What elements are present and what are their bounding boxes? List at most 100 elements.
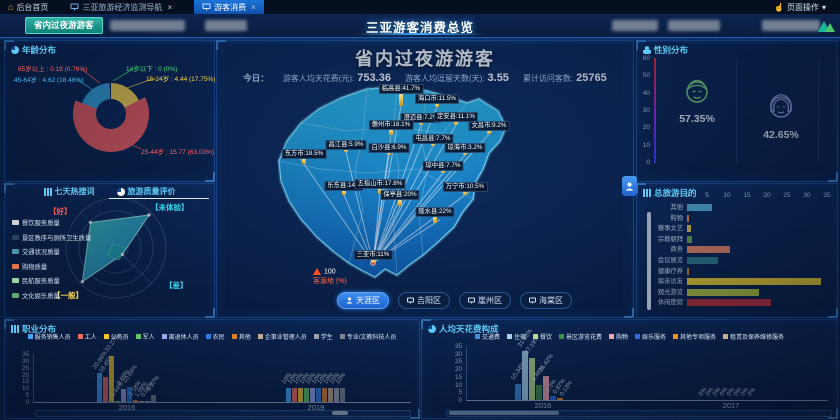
home-menu-item[interactable]: ⌂ 后台首页 xyxy=(8,2,48,13)
bar xyxy=(687,278,821,286)
quality-legend-item: 景区秩序与厕所卫生质量 xyxy=(12,233,91,242)
legend-label: 服务销售人员 xyxy=(34,335,71,341)
city-marker-bar xyxy=(435,103,439,107)
legend-swatch xyxy=(27,334,33,339)
legend-swatch xyxy=(723,334,729,339)
bar xyxy=(322,388,327,402)
city-label: 文昌市:9.2% xyxy=(468,121,510,132)
district-tab-haitang[interactable]: 海棠区 xyxy=(520,292,572,309)
floating-widget-button[interactable] xyxy=(622,176,637,196)
legend-swatch xyxy=(339,334,345,339)
legend-swatch xyxy=(12,234,19,240)
district-tab-yazhou[interactable]: 崖州区 xyxy=(459,292,511,309)
datazoom-handle[interactable] xyxy=(332,411,348,415)
axis-tick: 25 xyxy=(454,358,462,366)
city-marker-bar xyxy=(387,153,391,155)
x-category-label: 2017 xyxy=(722,401,740,410)
axis-tick: 35 xyxy=(454,342,462,350)
legend-item: 租赁及保养维修服务 xyxy=(723,332,784,341)
hand-pointer-icon: ☝ xyxy=(774,2,784,12)
redacted-button xyxy=(668,20,720,31)
quality-legend-item: 交通状况质量 xyxy=(12,247,91,256)
city-label: 琼中县:7.7% xyxy=(422,160,464,171)
axis-tick: 15 xyxy=(454,373,462,381)
legend-swatch xyxy=(673,334,679,339)
bar xyxy=(557,398,563,400)
age-callout: 15-24岁 : 4.44 (17.75%) xyxy=(146,76,216,83)
tab-visitor-consumption[interactable]: 游客消费 × xyxy=(194,0,264,14)
axis-tick: 0 xyxy=(646,158,650,166)
home-icon: ⌂ xyxy=(8,1,14,12)
tab-label: 三亚旅游经济监测导航 xyxy=(82,2,163,12)
radar-axis-bad: 【差】 xyxy=(165,281,188,290)
tab-quality-evaluation[interactable]: 旅游质量评价 xyxy=(116,186,176,197)
legend-label: 其他 xyxy=(238,335,251,341)
donut-hole xyxy=(96,99,126,129)
radar-axis-not-experienced: 【未体验】 xyxy=(151,203,189,212)
legend-swatch xyxy=(609,334,614,339)
age-callout: 45-64岁 : 4.62 (18.46%) xyxy=(14,77,84,84)
quality-evaluation-panel: 七天热搜词 旅游质量评价 【好】 【未体验】 【差】 【一般】 餐饮服务质量 景区… xyxy=(4,183,215,318)
axis-tick: 5 xyxy=(458,389,462,397)
bar xyxy=(115,401,120,402)
tab-label: 游客消费 xyxy=(214,2,247,12)
radar-legend: 餐饮服务质量 景区秩序与厕所卫生质量 交通状况质量 购物质量 民航服务质量 文化娱乐质量 xyxy=(12,218,91,305)
datazoom-track[interactable] xyxy=(35,410,411,417)
redacted-tab xyxy=(205,20,247,31)
spending-bar-chart[interactable]: 交通费 住宿 餐饮 景区游览花费 购物 娱乐服务 其他专项服务 租赁及保养维修服务 35 30 25… xyxy=(422,320,837,418)
age-donut-chart[interactable] xyxy=(73,76,149,152)
occupation-bar-chart[interactable]: 服务销售人员 工人 公务员 军人 离退休人员 农民 其他 企事业管理人员 学生 专业/文教科技人员… xyxy=(5,320,419,418)
district-tab-jiyang[interactable]: 吉阳区 xyxy=(398,292,450,309)
bar xyxy=(292,388,297,402)
axis-tick: 0 xyxy=(458,397,462,404)
chart-legend: 服务销售人员 工人 公务员 军人 离退休人员 农民 其他 企事业管理人员 学生 专业/文教科技人员 xyxy=(5,332,419,341)
city-marker-bar xyxy=(487,131,491,134)
legend-swatch xyxy=(506,334,512,339)
monitor-icon xyxy=(407,297,414,304)
tab-hot-search[interactable]: 七天热搜词 xyxy=(43,186,95,197)
legend-swatch xyxy=(257,334,263,339)
legend-item: 服务销售人员 xyxy=(27,332,71,341)
tab-nav-monitor[interactable]: 三亚旅游经济监测导航 × xyxy=(62,0,180,14)
subtab-overnight-visitors[interactable]: 省内过夜游游客 xyxy=(25,17,103,34)
vertical-scrollbar[interactable] xyxy=(647,212,651,310)
top-window-bar: ⌂ 后台首页 三亚旅游经济监测导航 × 游客消费 × ☝ 页面操作 ▾ xyxy=(0,0,840,14)
bar-value-label: 15.42% xyxy=(538,353,555,374)
bar xyxy=(515,383,521,400)
person-icon xyxy=(625,182,634,191)
datazoom-handle[interactable] xyxy=(449,411,559,415)
legend-label: 公务员 xyxy=(110,335,129,341)
city-label: 海口市:11.5% xyxy=(414,93,460,104)
purpose-bar-chart[interactable]: 0 5 10 15 20 25 30 35 其他 购物 赛事文艺 宗教朝拜 商务 会议展览 健康疗养 探亲访友… xyxy=(643,192,833,313)
page-operations-menu[interactable]: ☝ 页面操作 ▾ xyxy=(774,2,826,13)
tab-close-icon[interactable]: × xyxy=(251,3,256,12)
axis-tick: 0 xyxy=(25,399,29,406)
legend-item: 工人 xyxy=(77,332,97,341)
city-label: 东方市:18.5% xyxy=(281,148,327,159)
district-tab-tianya[interactable]: 天涯区 xyxy=(337,292,389,309)
redacted-tab xyxy=(110,20,185,31)
bar xyxy=(687,257,719,264)
city-marker-bar xyxy=(399,94,403,106)
monitor-icon xyxy=(202,3,211,11)
age-callout: 14岁以下 : 0 (0%) xyxy=(126,66,178,73)
legend-swatch xyxy=(12,292,19,298)
bar-chart-icon xyxy=(43,187,52,196)
datazoom-track[interactable] xyxy=(446,410,832,417)
people-icon xyxy=(643,46,651,54)
legend-item: 离退休人员 xyxy=(161,332,199,341)
x-category-label: 2016 xyxy=(534,401,552,410)
legend-label: 餐饮 xyxy=(539,335,552,341)
legend-swatch xyxy=(161,334,167,339)
city-marker-bar xyxy=(419,122,423,125)
brand-logo xyxy=(818,19,836,32)
bar xyxy=(536,385,542,400)
mountain-icon xyxy=(825,23,835,32)
city-marker-bar xyxy=(431,143,435,146)
male-percentage: 57.35% xyxy=(679,113,715,125)
legend-swatch xyxy=(12,278,19,283)
bar xyxy=(687,235,692,243)
map-body[interactable]: 临高县:41.7% 海口市:11.5% 澄迈县:7.2% 定安县:11.1% 儋州市:1… xyxy=(217,41,633,317)
redacted-button xyxy=(612,20,658,31)
tab-close-icon[interactable]: × xyxy=(167,3,172,12)
